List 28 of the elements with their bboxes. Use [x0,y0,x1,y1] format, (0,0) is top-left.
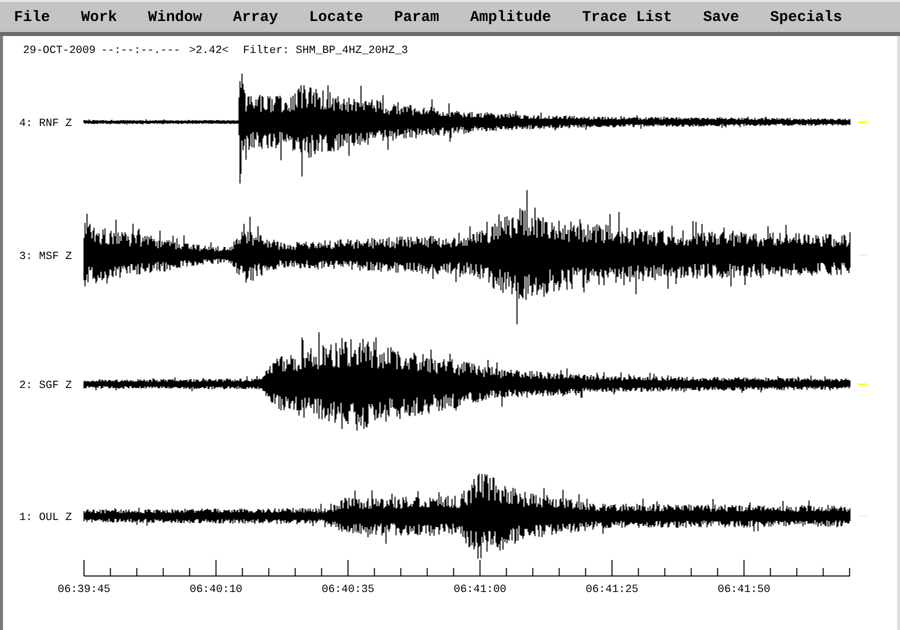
menu-item[interactable]: Work [81,8,118,26]
date-text: 29-OCT-2009 [23,45,96,57]
time-text: --:--:--.--- [101,45,180,57]
channel-label: 2: SGF Z [19,380,72,392]
menu-item[interactable]: Specials [770,8,842,26]
menu-item[interactable]: Param [394,8,440,26]
time-label: 06:41:50 [718,584,770,596]
menu-item[interactable]: Amplitude [470,8,552,26]
menu-item[interactable]: Window [148,8,202,26]
trace-marker[interactable] [858,254,867,256]
time-label: 06:41:00 [454,584,506,596]
menu-item[interactable]: Trace List [582,8,672,26]
trace-marker[interactable] [858,384,867,385]
menu-item[interactable]: Array [233,8,278,26]
time-label: 06:40:35 [322,584,374,596]
time-label: 06:39:45 [58,584,110,596]
amplitude-value: >2.42< [189,45,229,57]
trace-marker[interactable] [858,516,867,517]
time-label: 06:41:25 [586,584,638,596]
menu-item[interactable]: Locate [309,8,364,26]
trace-marker[interactable] [858,122,867,123]
filter-text: Filter: SHM_BP_4HZ_20HZ_3 [243,45,408,57]
menu-item[interactable]: Save [703,8,740,26]
channel-label: 4: RNF Z [19,118,72,130]
time-label: 06:40:10 [190,584,242,596]
channel-label: 3: MSF Z [19,251,72,263]
menu-item[interactable]: File [14,8,50,26]
channel-label: 1: OUL Z [19,512,72,524]
